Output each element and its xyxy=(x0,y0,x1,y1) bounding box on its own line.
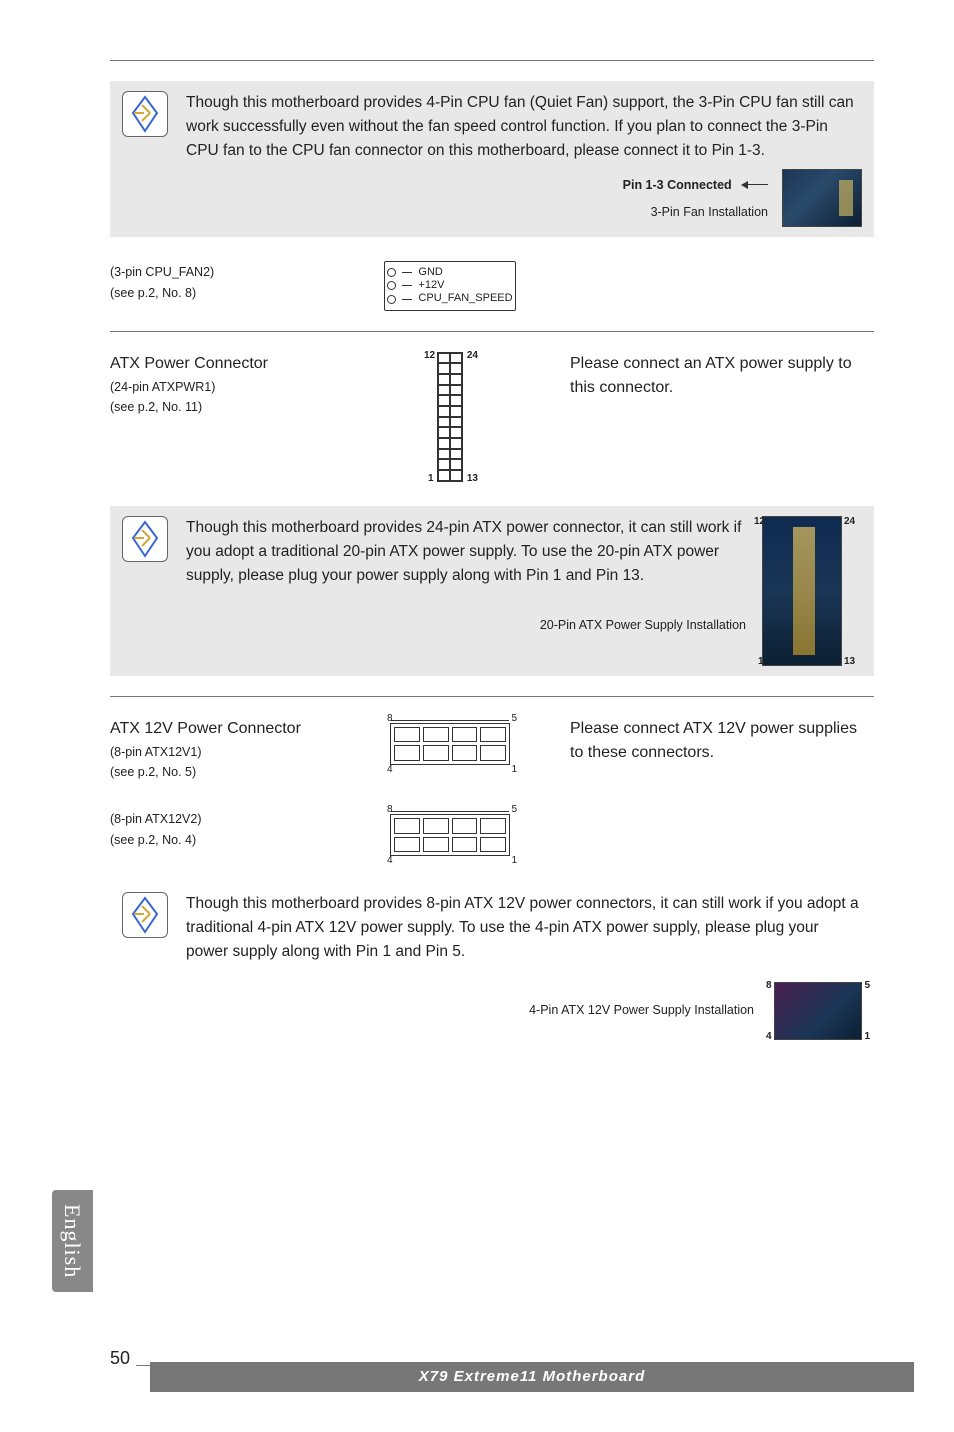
fan-install-label: 3-Pin Fan Installation xyxy=(623,203,768,222)
atx24-diagram: 12 24 1 13 xyxy=(430,352,470,482)
atx24-title: ATX Power Connector xyxy=(110,352,330,376)
fan-3pin-diagram: GND +12V CPU_FAN_SPEED xyxy=(384,261,515,311)
warning-icon xyxy=(122,91,168,137)
atx24-desc: Please connect an ATX power supply to th… xyxy=(570,352,874,400)
atx8-diagram-1: 8 5 4 1 xyxy=(385,717,515,771)
warning3-text: Though this motherboard provides 8-pin A… xyxy=(186,892,862,964)
warning1-text: Though this motherboard provides 4-Pin C… xyxy=(186,91,862,163)
warning2-caption: 20-Pin ATX Power Supply Installation xyxy=(186,616,746,635)
atx20-photo xyxy=(762,516,842,666)
atx24-sub1: (24-pin ATXPWR1) xyxy=(110,378,330,397)
warning-box-atx12v: Though this motherboard provides 8-pin A… xyxy=(110,882,874,1050)
atx24-sub2: (see p.2, No. 11) xyxy=(110,398,330,417)
warning-box-atx24: Though this motherboard provides 24-pin … xyxy=(110,506,874,676)
atx12v-sub4: (see p.2, No. 4) xyxy=(110,831,330,850)
atx12v-sub1: (8-pin ATX12V1) xyxy=(110,743,330,762)
page-number: 50 xyxy=(110,1345,130,1372)
warning-icon xyxy=(122,892,168,938)
language-tab: English xyxy=(52,1190,93,1292)
atx12v-desc: Please connect ATX 12V power supplies to… xyxy=(570,717,874,765)
atx4-photo xyxy=(774,982,862,1040)
atx12v-title: ATX 12V Power Connector xyxy=(110,717,330,741)
arrow-left-icon xyxy=(742,184,768,185)
warning2-text: Though this motherboard provides 24-pin … xyxy=(186,516,746,588)
warning-box-cpu-fan: Though this motherboard provides 4-Pin C… xyxy=(110,81,874,237)
atx12v-sub2: (see p.2, No. 5) xyxy=(110,763,330,782)
cpu-fan2-sub: (see p.2, No. 8) xyxy=(110,284,330,303)
pin-connected-label: Pin 1-3 Connected xyxy=(623,178,732,192)
cpu-fan2-title: (3-pin CPU_FAN2) xyxy=(110,263,330,282)
atx12v-sub3: (8-pin ATX12V2) xyxy=(110,810,330,829)
atx8-diagram-2: 8 5 4 1 xyxy=(385,808,515,862)
fan-photo-thumb xyxy=(782,169,862,227)
warning3-caption: 4-Pin ATX 12V Power Supply Installation xyxy=(529,1001,754,1020)
warning-icon xyxy=(122,516,168,562)
footer-title: X79 Extreme11 Motherboard xyxy=(150,1362,914,1393)
